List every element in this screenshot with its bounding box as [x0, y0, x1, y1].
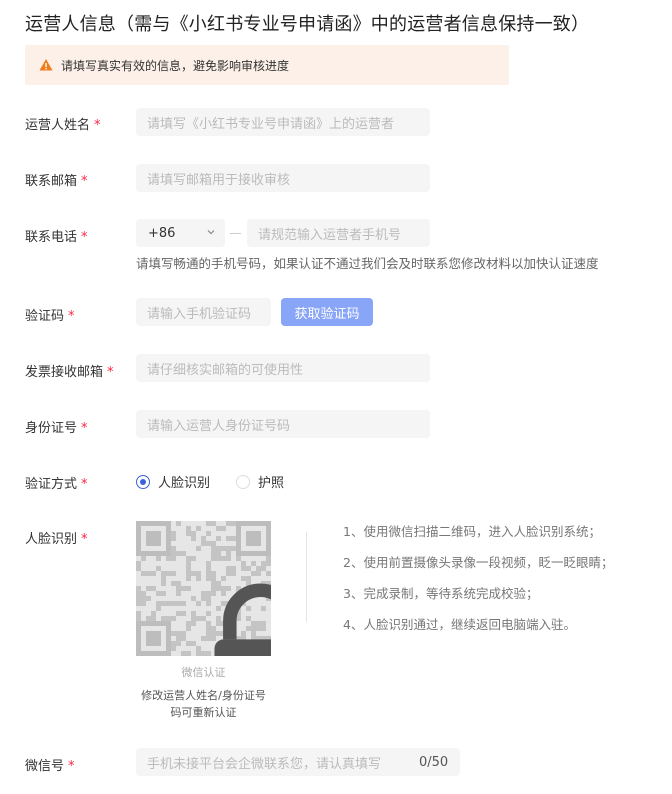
face-step: 1、使用微信扫描二维码，进入人脸识别系统； — [343, 524, 601, 539]
required-mark: * — [68, 309, 75, 324]
phone-placeholder: 请规范输入运营者手机号 — [258, 227, 402, 243]
wechat-id-label: 微信号 * — [25, 759, 75, 774]
radio-passport-label: 护照 — [258, 476, 285, 491]
required-mark: * — [94, 118, 101, 133]
face-steps: 1、使用微信扫描二维码，进入人脸识别系统； 2、使用前置摄像头录像一段视频，眨一… — [343, 522, 613, 646]
contact-phone-label: 联系电话 * — [25, 230, 88, 245]
invoice-email-placeholder: 请仔细核实邮箱的可使用性 — [147, 362, 304, 378]
contact-email-label: 联系邮箱 * — [25, 174, 88, 189]
country-code-value: +86 — [148, 225, 176, 241]
char-counter: 0/50 — [419, 755, 449, 770]
face-step: 3、完成录制，等待系统完成校验； — [343, 586, 539, 601]
wechat-id-placeholder: 手机未接平台会企微联系您，请认真填写 — [147, 756, 382, 772]
id-number-label: 身份证号 * — [25, 421, 88, 436]
radio-unchecked-icon — [236, 474, 250, 489]
radio-face-recognition[interactable]: 人脸识别 — [136, 472, 210, 491]
verify-code-label: 验证码 * — [25, 309, 75, 324]
verify-method-label: 验证方式 * — [25, 477, 88, 492]
lock-icon — [214, 583, 271, 656]
phone-input[interactable]: 请规范输入运营者手机号 — [247, 219, 430, 247]
required-mark: * — [107, 365, 114, 380]
face-step: 2、使用前置摄像头录像一段视频，眨一眨眼睛； — [343, 555, 614, 570]
qr-note: 修改运营人姓名/身份证号码可重新认证 — [141, 689, 266, 719]
required-mark: * — [81, 477, 88, 492]
separator-dash — [230, 233, 241, 234]
required-mark: * — [81, 230, 88, 245]
country-code-select[interactable]: +86 — [136, 219, 225, 247]
operator-name-label: 运营人姓名 * — [25, 118, 101, 133]
operator-name-placeholder: 请填写《小红书专业号申请函》上的运营者 — [147, 116, 395, 132]
qr-code[interactable] — [136, 521, 271, 656]
face-recognition-label: 人脸识别 * — [25, 532, 88, 547]
contact-email-placeholder: 请填写邮箱用于接收审核 — [147, 172, 291, 188]
chevron-down-icon — [207, 230, 215, 235]
operator-name-input[interactable]: 请填写《小红书专业号申请函》上的运营者 — [136, 108, 430, 136]
required-mark: * — [81, 421, 88, 436]
id-number-input[interactable]: 请输入运营人身份证号码 — [136, 410, 430, 438]
get-code-button[interactable]: 获取验证码 — [281, 298, 373, 326]
required-mark: * — [81, 532, 88, 547]
invoice-email-input[interactable]: 请仔细核实邮箱的可使用性 — [136, 354, 430, 382]
face-step: 4、人脸识别通过，继续返回电脑端入驻。 — [343, 617, 576, 632]
required-mark: * — [68, 759, 75, 774]
wechat-id-input[interactable]: 手机未接平台会企微联系您，请认真填写 — [136, 748, 460, 776]
required-mark: * — [81, 174, 88, 189]
radio-checked-icon — [136, 474, 150, 489]
invoice-email-label: 发票接收邮箱 * — [25, 365, 114, 380]
qr-caption: 微信认证 — [181, 666, 226, 679]
contact-email-input[interactable]: 请填写邮箱用于接收审核 — [136, 164, 430, 192]
phone-hint: 请填写畅通的手机号码，如果认证不通过我们会及时联系您修改材料以加快认证速度 — [136, 256, 599, 271]
section-title: 运营人信息（需与《小红书专业号申请函》中的运营者信息保持一致） — [25, 14, 590, 35]
verify-code-input[interactable]: 请输入手机验证码 — [136, 298, 271, 326]
radio-face-label: 人脸识别 — [158, 476, 211, 491]
radio-passport[interactable]: 护照 — [236, 472, 284, 491]
notice-banner: 请填写真实有效的信息，避免影响审核进度 — [25, 45, 509, 85]
warning-icon — [39, 59, 53, 71]
id-number-placeholder: 请输入运营人身份证号码 — [147, 418, 291, 434]
notice-text: 请填写真实有效的信息，避免影响审核进度 — [61, 58, 290, 73]
divider — [306, 532, 307, 622]
verify-code-placeholder: 请输入手机验证码 — [147, 306, 252, 322]
